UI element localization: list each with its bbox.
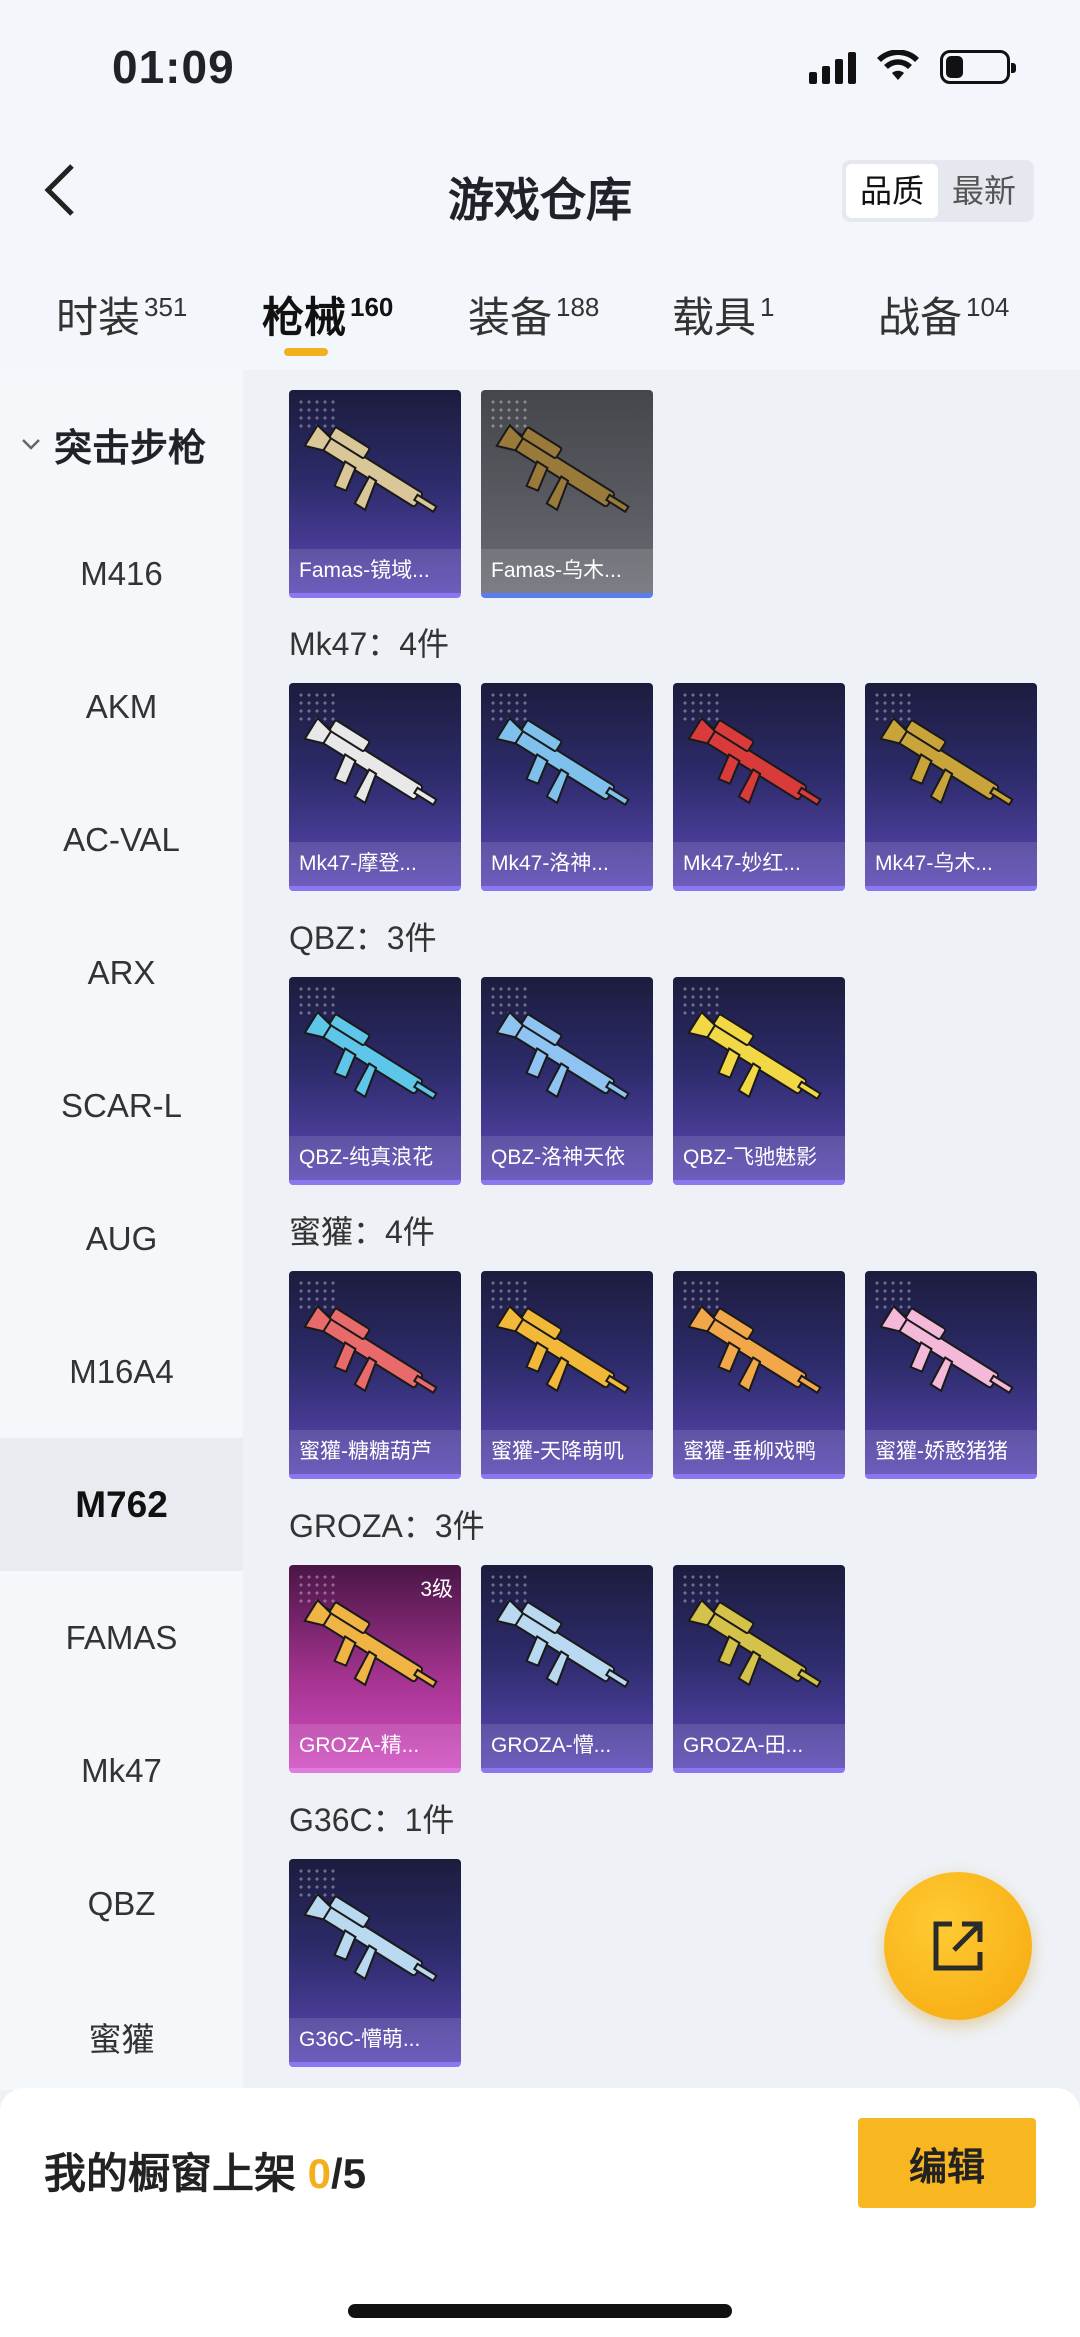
edit-button[interactable]: 编辑 (858, 2118, 1036, 2208)
tab-equipment[interactable]: 装备 188 (468, 284, 599, 345)
rifle-icon (879, 716, 1014, 807)
rifle-icon (303, 1010, 438, 1101)
weapon-label: 蜜獾-天降萌叽 (481, 1430, 653, 1474)
tab-fashion[interactable]: 时装 351 (56, 284, 187, 345)
showcase-status: 我的橱窗上架 0/5 (44, 2150, 367, 2197)
sidebar-item-7[interactable]: M762 (0, 1438, 243, 1571)
weapon-label: Mk47-妙红... (673, 842, 845, 886)
weapon-card[interactable]: Mk47-乌木... (865, 683, 1037, 891)
weapon-label: 蜜獾-糖糖葫芦 (289, 1430, 461, 1474)
sidebar-item-4[interactable]: SCAR-L (0, 1039, 243, 1172)
rifle-icon (303, 423, 438, 514)
rifle-icon (495, 716, 630, 807)
weapon-card[interactable]: GROZA-田... (673, 1565, 845, 1773)
weapon-label: 蜜獾-娇憨猪猪 (865, 1430, 1037, 1474)
weapon-card[interactable]: Famas-乌木... (481, 390, 653, 598)
wifi-icon (877, 50, 919, 80)
weapon-card[interactable]: QBZ-纯真浪花 (289, 977, 461, 1185)
rifle-icon (495, 1598, 630, 1689)
weapon-card[interactable]: G36C-懵萌... (289, 1859, 461, 2067)
chevron-down-icon (22, 439, 40, 450)
rifle-icon (303, 716, 438, 807)
group-title: Mk47：4件 (289, 626, 450, 662)
sidebar-group-label: 突击步枪 (54, 427, 207, 470)
weapon-label: QBZ-纯真浪花 (289, 1136, 461, 1180)
rifle-icon (687, 1598, 822, 1689)
weapon-card[interactable]: 3级 GROZA-精... (289, 1565, 461, 1773)
weapon-sidebar: 突击步枪 M416 AKM AC-VAL ARX SCAR-L AUG M16A4 M762 F… (0, 370, 243, 2090)
share-external-icon (933, 1921, 983, 1971)
battery-icon (940, 50, 1016, 84)
rifle-icon (495, 1304, 630, 1395)
group-title: QBZ：3件 (289, 920, 437, 956)
group-title: G36C：1件 (289, 1802, 455, 1838)
weapon-label: Famas-镜域... (289, 549, 461, 593)
level-badge: 3级 (420, 1578, 453, 1601)
weapon-label: Mk47-洛神... (481, 842, 653, 886)
weapon-card[interactable]: Mk47-摩登... (289, 683, 461, 891)
weapon-card[interactable]: QBZ-洛神天依 (481, 977, 653, 1185)
weapon-card[interactable]: 蜜獾-娇憨猪猪 (865, 1271, 1037, 1479)
weapon-label: Mk47-摩登... (289, 842, 461, 886)
rifle-icon (687, 1304, 822, 1395)
weapon-label: Famas-乌木... (481, 549, 653, 593)
status-icons (809, 50, 1016, 84)
sidebar-item-1[interactable]: AKM (0, 640, 243, 773)
weapon-card[interactable]: 蜜獾-天降萌叽 (481, 1271, 653, 1479)
rifle-icon (303, 1304, 438, 1395)
sidebar-item-0[interactable]: M416 (0, 507, 243, 640)
weapon-card[interactable]: QBZ-飞驰魅影 (673, 977, 845, 1185)
sidebar-group-assault-rifle[interactable]: 突击步枪 (0, 414, 243, 474)
group-title: 蜜獾：4件 (289, 1214, 435, 1250)
rifle-icon (687, 716, 822, 807)
weapon-label: GROZA-懵... (481, 1724, 653, 1768)
sidebar-item-2[interactable]: AC-VAL (0, 773, 243, 906)
sort-option-newest[interactable]: 最新 (938, 164, 1030, 218)
sort-toggle: 品质 最新 (841, 160, 1034, 222)
weapon-card[interactable]: 蜜獾-垂柳戏鸭 (673, 1271, 845, 1479)
rifle-icon (303, 1598, 438, 1689)
weapon-card[interactable]: 蜜獾-糖糖葫芦 (289, 1271, 461, 1479)
weapon-label: GROZA-精... (289, 1724, 461, 1768)
weapon-label: GROZA-田... (673, 1724, 845, 1768)
weapon-card[interactable]: Mk47-洛神... (481, 683, 653, 891)
cellular-signal-icon (809, 50, 856, 84)
sidebar-item-3[interactable]: ARX (0, 906, 243, 1039)
share-fab-button[interactable] (884, 1872, 1032, 2020)
group-title: FAMAS：2件 (289, 370, 479, 372)
sidebar-item-11[interactable]: 蜜獾 (0, 1970, 243, 2103)
weapon-label: QBZ-洛神天依 (481, 1136, 653, 1180)
rifle-icon (495, 423, 630, 514)
weapon-label: Mk47-乌木... (865, 842, 1037, 886)
sidebar-item-5[interactable]: AUG (0, 1172, 243, 1305)
tab-supplies[interactable]: 战备 104 (878, 284, 1009, 345)
group-title: GROZA：3件 (289, 1508, 485, 1544)
weapon-grid: FAMAS：2件 Famas-镜域... Famas-乌木... Mk47：4件 Mk4… (243, 370, 1080, 2090)
sidebar-item-6[interactable]: M16A4 (0, 1305, 243, 1438)
active-tab-indicator (284, 348, 328, 356)
sort-option-quality[interactable]: 品质 (845, 164, 938, 218)
weapon-label: G36C-懵萌... (289, 2018, 461, 2062)
rifle-icon (879, 1304, 1014, 1395)
sidebar-item-8[interactable]: FAMAS (0, 1571, 243, 1704)
home-indicator (348, 2304, 732, 2318)
rifle-icon (303, 1892, 438, 1983)
bottom-bar: 我的橱窗上架 0/5 编辑 (0, 2088, 1080, 2337)
status-bar: 01:09 (0, 0, 1080, 140)
sidebar-item-10[interactable]: QBZ (0, 1837, 243, 1970)
weapon-card[interactable]: GROZA-懵... (481, 1565, 653, 1773)
rifle-icon (495, 1010, 630, 1101)
weapon-label: 蜜獾-垂柳戏鸭 (673, 1430, 845, 1474)
weapon-card[interactable]: Famas-镜域... (289, 390, 461, 598)
tab-vehicles[interactable]: 载具 1 (672, 284, 774, 345)
category-tabs: 时装 351 枪械 160 装备 188 载具 1 战备 104 (0, 240, 1080, 370)
rifle-icon (687, 1010, 822, 1101)
tab-firearms[interactable]: 枪械 160 (262, 284, 393, 345)
status-time: 01:09 (112, 41, 235, 93)
weapon-label: QBZ-飞驰魅影 (673, 1136, 845, 1180)
header: 游戏仓库 品质 最新 (0, 140, 1080, 240)
sidebar-item-9[interactable]: Mk47 (0, 1704, 243, 1837)
weapon-card[interactable]: Mk47-妙红... (673, 683, 845, 891)
